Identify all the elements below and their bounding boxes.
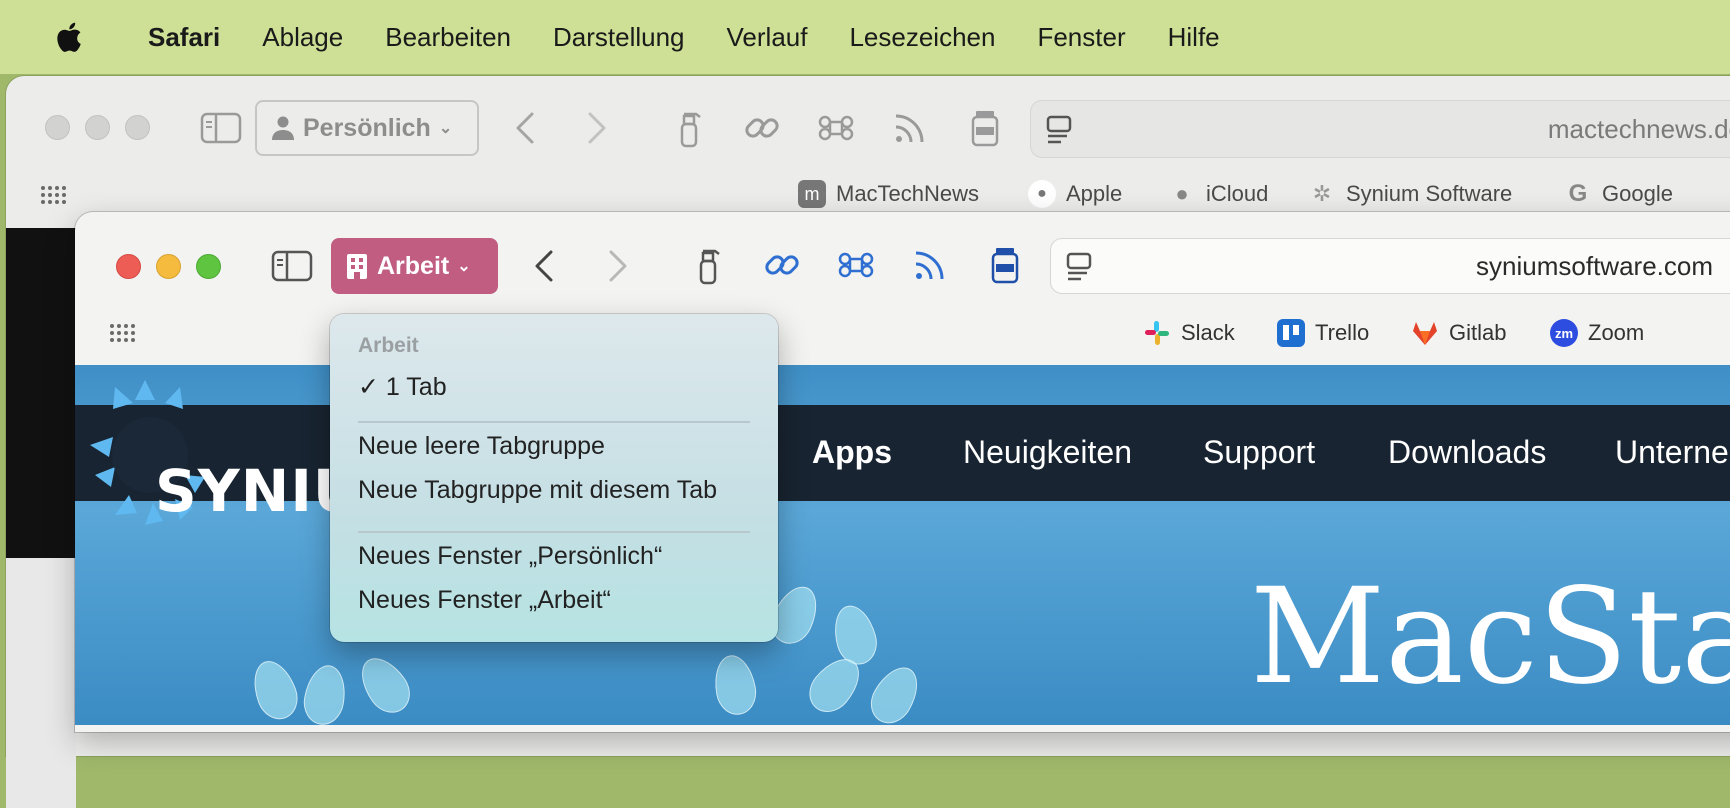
menu-item-new-window-persoenlich[interactable]: Neues Fenster „Persönlich“	[358, 542, 662, 571]
apple-icon: ●	[1175, 181, 1189, 206]
favorite-gitlab[interactable]: Gitlab	[1411, 319, 1506, 347]
tab-group-label: Arbeit	[377, 251, 450, 280]
site-nav-neuigkeiten[interactable]: Neuigkeiten	[963, 434, 1132, 471]
reader-icon[interactable]	[1065, 252, 1093, 282]
menu-verlauf[interactable]: Verlauf	[727, 22, 808, 53]
chevron-right-icon[interactable]	[603, 248, 631, 284]
back-minimize-button[interactable]	[85, 115, 110, 140]
back-address-bar[interactable]: mactechnews.de	[1030, 100, 1730, 158]
building-icon	[345, 252, 369, 280]
webpage-content: SYNIU Apps Neuigkeiten Support Downloads…	[75, 365, 1730, 725]
feed-icon[interactable]	[892, 110, 928, 146]
leaf-decoration	[351, 648, 419, 722]
favorite-label: Apple	[1066, 181, 1123, 206]
favorite-mactechnews[interactable]: m MacTechNews	[798, 180, 979, 208]
site-nav-support[interactable]: Support	[1203, 434, 1315, 471]
site-nav-downloads[interactable]: Downloads	[1388, 434, 1546, 471]
menu-item-new-window-arbeit[interactable]: Neues Fenster „Arbeit“	[358, 586, 611, 615]
command-icon[interactable]	[818, 110, 854, 146]
grid-icon[interactable]	[109, 323, 135, 343]
menu-app-safari[interactable]: Safari	[148, 22, 220, 53]
leaf-decoration	[862, 659, 928, 725]
menu-item-current-tab[interactable]: ✓ 1 Tab	[358, 372, 447, 402]
chevron-right-icon[interactable]	[582, 110, 610, 146]
favorite-label: Synium Software	[1346, 181, 1513, 206]
command-icon[interactable]	[838, 247, 874, 283]
trello-icon	[1277, 319, 1305, 347]
favorite-zoom[interactable]: zm Zoom	[1550, 319, 1644, 347]
slack-icon	[1143, 319, 1171, 347]
favorite-label: Trello	[1315, 320, 1370, 345]
synium-icon: ✲	[1312, 181, 1332, 206]
sidebar-icon[interactable]	[200, 112, 242, 144]
favorite-label: iCloud	[1206, 181, 1269, 206]
chevron-left-icon[interactable]	[531, 248, 559, 284]
favorite-apple[interactable]: ● Apple	[1028, 180, 1122, 208]
favorite-label: Gitlab	[1449, 320, 1507, 345]
favorite-trello[interactable]: Trello	[1277, 319, 1369, 347]
zoom-icon: zm	[1550, 319, 1578, 347]
mactechnews-icon: m	[798, 180, 826, 208]
leaf-decoration	[245, 654, 305, 725]
back-close-button[interactable]	[45, 115, 70, 140]
apple-icon: ●	[1028, 180, 1056, 208]
person-icon	[271, 115, 295, 141]
chevron-left-icon[interactable]	[512, 110, 540, 146]
menu-ablage[interactable]: Ablage	[262, 22, 343, 53]
apple-logo-icon[interactable]	[40, 20, 96, 54]
favorite-label: Slack	[1181, 320, 1235, 345]
tab-group-selector-arbeit[interactable]: Arbeit ⌄	[331, 238, 498, 294]
menu-item-new-tab-group-with-tab[interactable]: Neue Tabgruppe mit diesem Tab	[358, 476, 717, 505]
back-window-content-lower	[6, 558, 76, 808]
link-icon[interactable]	[742, 108, 782, 148]
menu-fenster[interactable]: Fenster	[1037, 22, 1125, 53]
menu-header: Arbeit	[358, 334, 419, 357]
menu-bar: Safari Ablage Bearbeiten Darstellung Ver…	[0, 0, 1730, 74]
menu-item-new-empty-tab-group[interactable]: Neue leere Tabgruppe	[358, 432, 605, 461]
back-zoom-button[interactable]	[125, 115, 150, 140]
chevron-down-icon: ⌄	[457, 258, 471, 275]
favorite-label: MacTechNews	[836, 181, 980, 206]
favorite-icloud[interactable]: ● iCloud	[1168, 180, 1268, 208]
sidebar-icon[interactable]	[271, 250, 313, 282]
menu-bearbeiten[interactable]: Bearbeiten	[385, 22, 511, 53]
favorite-synium[interactable]: ✲ Synium Software	[1308, 180, 1513, 208]
gitlab-icon	[1411, 319, 1439, 347]
menu-lesezeichen[interactable]: Lesezeichen	[849, 22, 995, 53]
tab-group-menu: Arbeit ✓ 1 Tab Neue leere Tabgruppe Neue…	[330, 314, 778, 642]
spray-bottle-icon[interactable]	[695, 245, 721, 285]
minimize-button[interactable]	[156, 254, 181, 279]
favorite-label: Zoom	[1588, 320, 1645, 345]
grid-icon[interactable]	[40, 185, 66, 205]
website-nav-bar: SYNIU Apps Neuigkeiten Support Downloads…	[75, 380, 1730, 525]
menu-separator	[358, 531, 750, 533]
tab-group-label: Persönlich	[303, 113, 431, 142]
favorite-slack[interactable]: Slack	[1143, 319, 1235, 347]
favorite-google[interactable]: G Google	[1564, 180, 1673, 208]
tab-group-selector-persoenlich[interactable]: Persönlich ⌄	[255, 100, 479, 156]
google-icon: G	[1568, 180, 1588, 207]
zoom-button[interactable]	[196, 254, 221, 279]
menu-separator	[358, 421, 750, 423]
feed-icon[interactable]	[912, 247, 948, 283]
back-window-content	[6, 228, 76, 558]
jar-icon[interactable]	[990, 245, 1020, 285]
reader-icon[interactable]	[1045, 115, 1073, 145]
menu-darstellung[interactable]: Darstellung	[553, 22, 685, 53]
menu-hilfe[interactable]: Hilfe	[1168, 22, 1220, 53]
address-bar[interactable]: syniumsoftware.com	[1050, 238, 1730, 294]
leaf-decoration	[710, 651, 760, 719]
url-text: syniumsoftware.com	[1476, 250, 1713, 281]
site-nav-apps[interactable]: Apps	[812, 434, 892, 471]
site-nav-unternehmen[interactable]: Unterne	[1615, 434, 1729, 471]
chevron-down-icon: ⌄	[438, 120, 453, 137]
favorite-label: Google	[1602, 181, 1673, 206]
jar-icon[interactable]	[970, 108, 1000, 148]
hero-title: MacStar	[1250, 560, 1730, 714]
leaf-decoration	[827, 600, 883, 670]
close-button[interactable]	[116, 254, 141, 279]
link-icon[interactable]	[762, 245, 802, 285]
back-url-text: mactechnews.de	[1547, 113, 1730, 144]
spray-bottle-icon[interactable]	[676, 108, 702, 148]
